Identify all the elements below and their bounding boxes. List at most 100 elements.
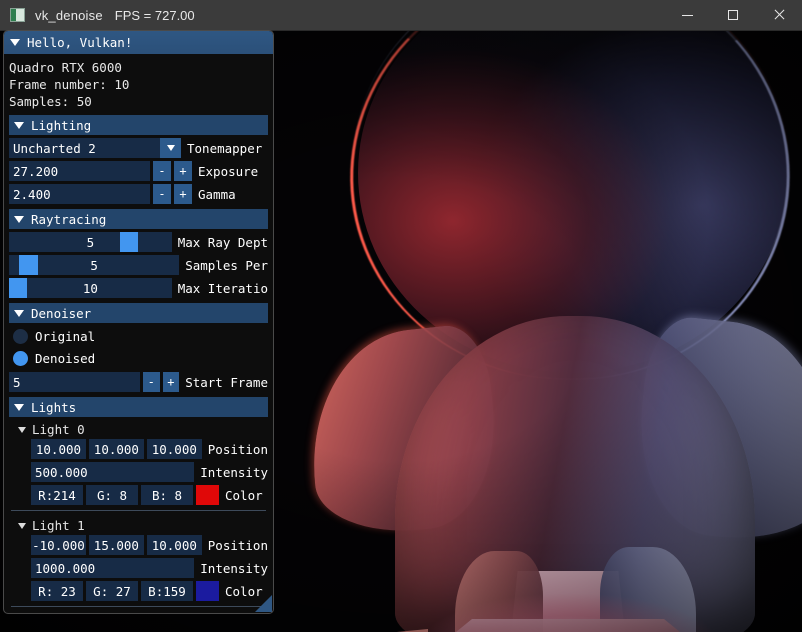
radio-original[interactable]: Original [9,326,268,347]
exposure-label: Exposure [198,163,259,179]
light1-color-g[interactable]: G: 27 [86,581,138,601]
light0-intensity-input[interactable]: 500.000 [31,462,195,482]
row-max-iterations: 10 Max Iteratio [9,278,268,298]
start-frame-value: 5 [13,374,21,390]
section-header-raytracing[interactable]: Raytracing [9,209,268,229]
subsection-label-light-0: Light 0 [32,422,85,437]
light1-position-x[interactable]: -10.000 [31,535,86,555]
chevron-down-icon [18,426,26,433]
row-exposure: 27.200 - + Exposure [9,161,268,181]
light0-color-g[interactable]: G: 8 [86,485,138,505]
light1-intensity-label: Intensity [200,560,268,576]
row-light1-color: R: 23 G: 27 B:159 Color [9,581,268,601]
row-start-frame: 5 - + Start Frame [9,372,268,392]
row-samples-per: 5 Samples Per [9,255,268,275]
section-label-lighting: Lighting [31,117,92,133]
samples-count: Samples: 50 [9,94,92,109]
divider [11,510,266,511]
exposure-increment-button[interactable]: + [174,161,192,181]
panel-body: Quadro RTX 6000 Frame number: 10 Samples… [4,54,273,607]
minimize-icon [681,14,693,16]
light0-color-b[interactable]: B: 8 [141,485,193,505]
max-iterations-value: 10 [82,280,98,296]
chevron-down-icon [14,309,24,317]
samples-per-slider[interactable]: 5 [9,255,180,275]
max-ray-depth-slider[interactable]: 5 [9,232,172,252]
light0-color-r[interactable]: R:214 [31,485,83,505]
window-controls [664,0,802,31]
close-button[interactable] [756,0,802,31]
chevron-down-icon[interactable] [160,138,181,158]
radio-selected-icon [13,351,28,366]
fps-counter: FPS = 727.00 [114,7,195,23]
tonemapper-label: Tonemapper [187,140,263,156]
light1-position-z[interactable]: 10.000 [146,535,202,555]
exposure-input[interactable]: 27.200 [9,161,150,181]
chevron-down-icon [14,403,24,411]
tonemapper-select[interactable]: Uncharted 2 [9,138,181,158]
light0-position-y[interactable]: 10.000 [88,439,144,459]
exposure-value: 27.200 [13,163,59,179]
row-light0-intensity: 500.000 Intensity [9,462,268,482]
section-label-denoiser: Denoiser [31,305,92,321]
app-icon [10,8,25,22]
light1-color-r[interactable]: R: 23 [31,581,83,601]
max-iterations-slider[interactable]: 10 [9,278,172,298]
radio-original-label: Original [35,329,96,344]
close-icon [773,9,785,21]
gpu-name: Quadro RTX 6000 [9,60,122,75]
samples-per-value: 5 [90,257,98,273]
light1-position-label: Position [207,537,268,553]
panel-resize-grip[interactable] [255,595,272,612]
maximize-button[interactable] [710,0,756,31]
gamma-increment-button[interactable]: + [174,184,192,204]
chevron-down-icon [14,215,24,223]
frame-number: Frame number: 10 [9,77,130,92]
light1-color-swatch[interactable] [196,581,219,601]
panel-title-label: Hello, Vulkan! [27,35,133,50]
start-frame-decrement-button[interactable]: - [142,372,160,392]
max-ray-depth-value: 5 [86,234,95,250]
gamma-input[interactable]: 2.400 [9,184,150,204]
chevron-down-icon [14,121,24,129]
panel-titlebar[interactable]: Hello, Vulkan! [4,31,273,54]
gamma-value: 2.400 [13,186,51,202]
gamma-decrement-button[interactable]: - [153,184,171,204]
light0-position-x[interactable]: 10.000 [31,439,86,459]
row-tonemapper: Uncharted 2 Tonemapper [9,138,268,158]
chevron-down-icon [18,522,26,529]
light0-position-z[interactable]: 10.000 [146,439,202,459]
section-header-lights[interactable]: Lights [9,397,268,417]
light1-position-y[interactable]: 15.000 [88,535,144,555]
exposure-decrement-button[interactable]: - [153,161,171,181]
start-frame-label: Start Frame [185,374,268,390]
samples-per-label: Samples Per [185,257,268,273]
subsection-header-light-1[interactable]: Light 1 [9,516,268,535]
divider [11,606,266,607]
light0-color-label: Color [225,487,263,503]
row-light0-color: R:214 G: 8 B: 8 Color [9,485,268,505]
collapse-triangle-icon[interactable] [10,39,20,46]
max-iterations-label: Max Iteratio [177,280,268,296]
max-ray-depth-label: Max Ray Dept [177,234,268,250]
section-label-raytracing: Raytracing [31,211,107,227]
window-titlebar[interactable]: vk_denoise FPS = 727.00 [0,0,802,31]
radio-denoised[interactable]: Denoised [9,348,268,369]
row-max-ray-depth: 5 Max Ray Dept [9,232,268,252]
row-gamma: 2.400 - + Gamma [9,184,268,204]
start-frame-input[interactable]: 5 [9,372,140,392]
tonemapper-value: Uncharted 2 [13,140,96,156]
section-header-denoiser[interactable]: Denoiser [9,303,268,323]
window-title: vk_denoise [35,7,103,23]
subsection-header-light-0[interactable]: Light 0 [9,420,268,439]
minimize-button[interactable] [664,0,710,31]
row-light0-position: 10.000 10.000 10.000 Position [9,439,268,459]
section-header-lighting[interactable]: Lighting [9,115,268,135]
light1-intensity-input[interactable]: 1000.000 [31,558,195,578]
start-frame-increment-button[interactable]: + [162,372,180,392]
radio-icon [13,329,28,344]
imgui-panel[interactable]: Hello, Vulkan! Quadro RTX 6000 Frame num… [3,30,274,614]
light0-intensity-label: Intensity [200,464,268,480]
light0-color-swatch[interactable] [196,485,219,505]
light1-color-b[interactable]: B:159 [141,581,193,601]
